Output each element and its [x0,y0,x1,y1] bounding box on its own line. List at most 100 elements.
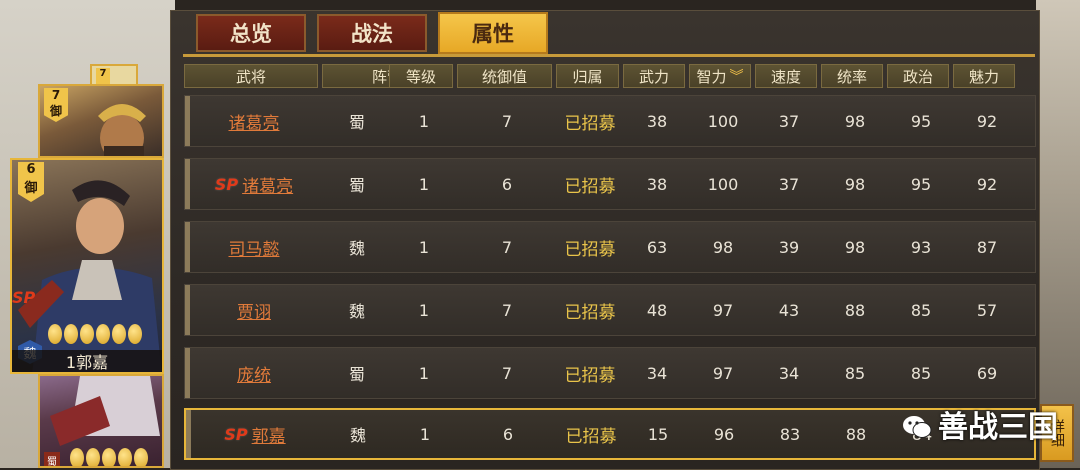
cell-faction: 魏 [323,222,391,272]
background-right [1036,0,1080,468]
value-speed: 37 [778,174,800,194]
value-force: 48 [646,300,668,320]
tab-attributes[interactable]: 属性 [438,12,548,54]
cell-charm: 69 [954,348,1020,398]
wechat-icon [902,412,932,438]
col-header-lead[interactable]: 统率 [821,64,883,88]
hero-name-link[interactable]: 郭嘉 [252,422,286,447]
cell-lead: 85 [822,348,888,398]
hero-card-top[interactable]: 7御 [38,84,164,158]
value-politics: 93 [910,237,932,257]
cell-status: 已招募 [557,159,623,209]
cell-force: 38 [624,159,690,209]
cell-command: 6 [458,159,556,209]
cell-intel: 97 [690,285,756,335]
cell-charm: 87 [954,222,1020,272]
cost-badge: 6御 [18,162,44,202]
cell-status: 已招募 [557,96,623,146]
star-icon [102,448,116,466]
cell-lead: 98 [822,159,888,209]
cell-speed: 34 [756,348,822,398]
value-faction: 魏 [349,426,366,445]
cell-status: 已招募 [557,348,623,398]
cell-name[interactable]: SP 郭嘉 [186,410,324,458]
col-header-level[interactable]: 等级 [389,64,453,88]
value-force: 63 [646,237,668,257]
value-intel: 97 [712,363,734,383]
sp-badge: SP [224,424,248,444]
hero-name-link[interactable]: 司马懿 [229,235,280,260]
star-icon [118,448,132,466]
cell-faction: 蜀 [323,96,391,146]
star-rating [70,448,148,466]
hero-name-link[interactable]: 诸葛亮 [229,109,280,134]
tab-overview[interactable]: 总览 [196,14,306,52]
table-row[interactable]: 贾诩 魏 1 7 已招募 48 97 43 88 85 57 [184,284,1036,336]
value-command: 6 [501,174,513,194]
cell-command: 6 [459,410,557,458]
cell-name[interactable]: 诸葛亮 [185,96,323,146]
value-status: 已招募 [564,113,616,134]
cell-name[interactable]: SP 诸葛亮 [185,159,323,209]
value-faction: 蜀 [348,113,365,132]
hero-card-bottom[interactable]: 蜀 [38,374,164,468]
cell-charm: 57 [954,285,1020,335]
value-level: 1 [418,174,430,194]
cell-command: 7 [458,96,556,146]
cell-status: 已招募 [558,410,624,458]
cell-lead: 98 [822,222,888,272]
col-header-status[interactable]: 归属 [556,64,619,88]
star-icon [70,448,84,466]
col-header-speed[interactable]: 速度 [755,64,817,88]
value-faction: 蜀 [348,176,365,195]
hero-name-link[interactable]: 诸葛亮 [242,172,293,197]
value-status: 已招募 [564,365,616,386]
table-row[interactable]: 庞统 蜀 1 7 已招募 34 97 34 85 85 69 [184,347,1036,399]
col-header-intel[interactable]: 智力 ︾ [689,64,751,88]
value-command: 7 [501,300,513,320]
star-icon [64,324,78,344]
table-row[interactable]: 司马懿 魏 1 7 已招募 63 98 39 98 93 87 [184,221,1036,273]
col-header-charm[interactable]: 魅力 [953,64,1015,88]
cell-name[interactable]: 庞统 [185,348,323,398]
value-command: 6 [502,424,514,444]
cell-intel: 98 [690,222,756,272]
value-intel: 98 [712,237,734,257]
cell-level: 1 [390,285,458,335]
star-icon [48,324,62,344]
star-rating [48,324,142,344]
value-faction: 魏 [348,302,365,321]
cell-politics: 95 [888,96,954,146]
star-icon [128,324,142,344]
hero-name-link[interactable]: 贾诩 [237,298,271,323]
value-command: 7 [501,237,513,257]
value-status: 已招募 [564,302,616,323]
faction-badge: 蜀 [44,452,60,466]
value-level: 1 [418,111,430,131]
cell-faction: 蜀 [323,159,391,209]
cell-status: 已招募 [557,285,623,335]
tab-tactics[interactable]: 战法 [317,14,427,52]
value-speed: 83 [779,424,801,444]
value-force: 34 [646,363,668,383]
col-header-politics[interactable]: 政治 [887,64,949,88]
star-icon [112,324,126,344]
cell-intel: 96 [691,410,757,458]
hero-name-link[interactable]: 庞统 [237,361,271,386]
value-lead: 85 [844,363,866,383]
table-row[interactable]: 诸葛亮 蜀 1 7 已招募 38 100 37 98 95 92 [184,95,1036,147]
value-lead: 98 [844,237,866,257]
cell-command: 7 [458,285,556,335]
table-row[interactable]: SP 诸葛亮 蜀 1 6 已招募 38 100 37 98 95 92 [184,158,1036,210]
value-lead: 98 [844,174,866,194]
cell-lead: 88 [822,285,888,335]
col-header-general[interactable]: 武将 [184,64,318,88]
cell-name[interactable]: 司马懿 [185,222,323,272]
cell-politics: 85 [888,285,954,335]
cell-name[interactable]: 贾诩 [185,285,323,335]
star-icon [86,448,100,466]
col-header-force[interactable]: 武力 [623,64,685,88]
col-header-command[interactable]: 统御值 [457,64,552,88]
hero-card-selected[interactable]: 6御 SP 魏 1郭嘉 [10,158,164,374]
star-icon [96,324,110,344]
